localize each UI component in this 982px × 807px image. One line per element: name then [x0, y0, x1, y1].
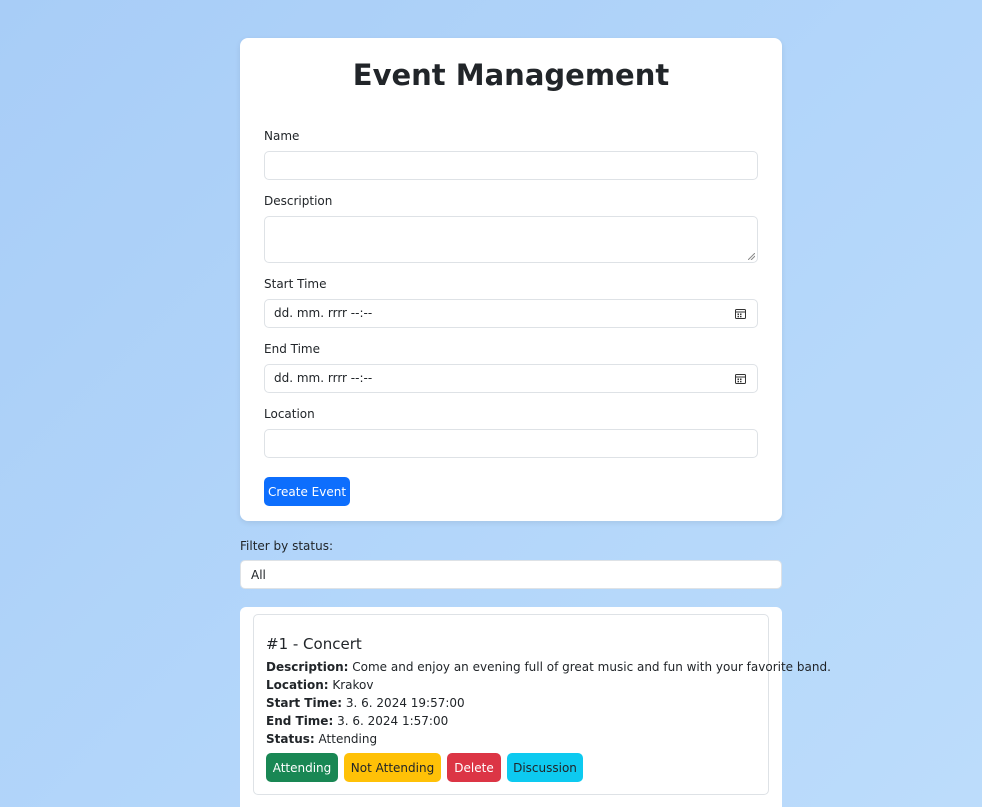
event-description-label: Description: [266, 660, 349, 674]
event-title: #1 - Concert [266, 635, 362, 653]
event-end-time: End Time: 3. 6. 2024 1:57:00 [266, 714, 448, 728]
event-status-value: Attending [318, 732, 378, 746]
page-title: Event Management [352, 58, 670, 92]
delete-button[interactable]: Delete [447, 753, 501, 782]
filter-status-select[interactable]: All [240, 560, 782, 589]
create-event-button[interactable]: Create Event [264, 477, 350, 506]
name-input[interactable] [264, 151, 758, 180]
event-start-value: 3. 6. 2024 19:57:00 [345, 696, 465, 710]
event-description-value: Come and enjoy an evening full of great … [352, 660, 831, 674]
event-status-label: Status: [266, 732, 315, 746]
description-textarea[interactable] [264, 216, 758, 263]
name-label: Name [264, 129, 300, 143]
event-location-label: Location: [266, 678, 329, 692]
location-label: Location [264, 407, 315, 421]
event-list: #1 - Concert Description: Come and enjoy… [240, 607, 831, 807]
event-end-label: End Time: [266, 714, 334, 728]
not-attending-button[interactable]: Not Attending [344, 753, 441, 782]
end-time-placeholder: dd. mm. rrrr --:-- [274, 371, 373, 385]
start-time-input[interactable]: dd. mm. rrrr --:-- [264, 299, 758, 328]
event-form-card: Event Management Name Description Start … [240, 38, 782, 521]
event-end-value: 3. 6. 2024 1:57:00 [337, 714, 449, 728]
discussion-button[interactable]: Discussion [507, 753, 583, 782]
resize-grip-icon[interactable] [748, 253, 755, 260]
start-time-label: Start Time [264, 277, 327, 291]
event-start-label: Start Time: [266, 696, 343, 710]
event-status: Status: Attending [266, 732, 377, 746]
calendar-icon[interactable] [735, 373, 746, 384]
attending-button[interactable]: Attending [266, 753, 338, 782]
event-location-value: Krakov [332, 678, 374, 692]
calendar-icon[interactable] [735, 308, 746, 319]
description-label: Description [264, 194, 333, 208]
start-time-placeholder: dd. mm. rrrr --:-- [274, 306, 373, 320]
event-description: Description: Come and enjoy an evening f… [266, 660, 831, 674]
end-time-label: End Time [264, 342, 320, 356]
location-input[interactable] [264, 429, 758, 458]
event-location: Location: Krakov [266, 678, 374, 692]
filter-status-label: Filter by status: [240, 539, 333, 553]
end-time-input[interactable]: dd. mm. rrrr --:-- [264, 364, 758, 393]
event-card: #1 - Concert Description: Come and enjoy… [253, 614, 831, 795]
event-start-time: Start Time: 3. 6. 2024 19:57:00 [266, 696, 465, 710]
